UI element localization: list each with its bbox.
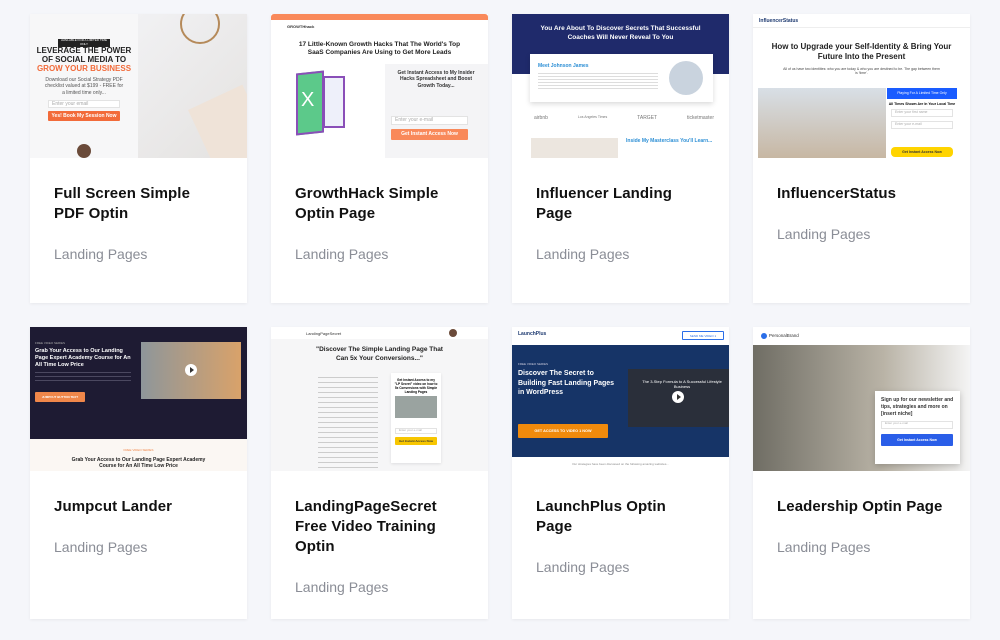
avatar bbox=[77, 144, 91, 158]
headline-part: LEVERAGE THE POWER OF SOCIAL MEDIA TO bbox=[36, 46, 132, 64]
card-title[interactable]: Full Screen Simple PDF Optin bbox=[54, 184, 223, 224]
template-card[interactable]: LandingPageSecret "Discover The Simple L… bbox=[271, 327, 488, 619]
card-title[interactable]: Influencer Landing Page bbox=[536, 184, 705, 224]
card-title[interactable]: Jumpcut Lander bbox=[54, 497, 223, 517]
avatar bbox=[449, 329, 457, 337]
brand-logo: ticketmaster bbox=[687, 115, 714, 121]
timezone-note: All Times Shown Are In Your Local Time bbox=[888, 102, 956, 106]
series-label: FREE VIDEO SERIES bbox=[123, 448, 154, 452]
card-category: Landing Pages bbox=[777, 539, 871, 555]
template-card[interactable]: LaunchPlus SEND ME VIDEO 1 FREE VIDEO SE… bbox=[512, 327, 729, 619]
card-title[interactable]: Leadership Optin Page bbox=[777, 497, 946, 517]
author-name: Meet Johnson James bbox=[538, 63, 589, 69]
template-thumbnail: GROWTHhack 17 Little-Known Growth Hacks … bbox=[271, 14, 488, 158]
video-title: The 3-Step Formula to A Successful Lifes… bbox=[642, 379, 722, 389]
logo: LandingPageSecret bbox=[306, 331, 342, 336]
nav-button: SEND ME VIDEO 1 bbox=[682, 331, 724, 340]
card-title[interactable]: LandingPageSecret Free Video Training Op… bbox=[295, 497, 464, 557]
card-category: Landing Pages bbox=[295, 246, 389, 262]
template-thumbnail: PersonalBrand Sign up for our newsletter… bbox=[753, 327, 970, 471]
logo: GROWTHhack bbox=[287, 24, 315, 29]
headline: You Are About To Discover Secrets That S… bbox=[540, 25, 701, 41]
template-thumbnail: AVAILABLE FOR A LIMITED TIME ONLY LEVERA… bbox=[30, 14, 247, 158]
banner: Playing For A Limited Time Only bbox=[887, 88, 957, 99]
series-label: FREE VIDEO SERIES bbox=[35, 341, 66, 345]
template-thumbnail: LandingPageSecret "Discover The Simple L… bbox=[271, 327, 488, 471]
card-category: Landing Pages bbox=[54, 246, 148, 262]
email-input: Enter your e-mail bbox=[881, 421, 953, 429]
cta-button: Get Instant Access Now bbox=[881, 434, 953, 446]
email-input: Enter your e-mail bbox=[391, 116, 468, 125]
card-title[interactable]: InfluencerStatus bbox=[777, 184, 946, 204]
template-thumbnail: You Are About To Discover Secrets That S… bbox=[512, 14, 729, 158]
cta-button: GET ACCESS TO VIDEO 1 NOW bbox=[518, 424, 608, 438]
email-input: Enter your email bbox=[48, 100, 120, 108]
headline: LEVERAGE THE POWER OF SOCIAL MEDIA TO GR… bbox=[36, 46, 132, 73]
card-category: Landing Pages bbox=[536, 559, 630, 575]
optin-headline: Get Instant Access to my "LP Secret" vid… bbox=[394, 378, 438, 394]
headline-accent: GROW YOUR BUSINESS bbox=[36, 64, 132, 73]
headline: Grab Your Access to Our Landing Page Exp… bbox=[35, 348, 131, 368]
play-icon bbox=[672, 391, 684, 403]
template-thumbnail: LaunchPlus SEND ME VIDEO 1 FREE VIDEO SE… bbox=[512, 327, 729, 471]
headline: Discover The Secret to Building Fast Lan… bbox=[518, 370, 615, 396]
template-card[interactable]: FREE VIDEO SERIES Grab Your Access to Ou… bbox=[30, 327, 247, 619]
hero-photo bbox=[758, 88, 886, 158]
cta-button: Get Instant Access Now bbox=[395, 437, 437, 445]
subheadline: Get Instant Access to My Insider Hacks S… bbox=[397, 70, 475, 89]
brand-logo: Los Angeles Times bbox=[577, 115, 608, 119]
author-photo bbox=[669, 61, 703, 95]
logo: LaunchPlus bbox=[518, 331, 547, 337]
description: Download our Social Strategy PDF checkli… bbox=[44, 77, 124, 96]
template-card[interactable]: AVAILABLE FOR A LIMITED TIME ONLY LEVERA… bbox=[30, 14, 247, 303]
card-title[interactable]: GrowthHack Simple Optin Page bbox=[295, 184, 464, 224]
cta-button: Get Instant Access Now bbox=[391, 129, 468, 140]
description: All of us have two identities: who you a… bbox=[783, 67, 940, 76]
template-thumbnail: InfluencerStatus How to Upgrade your Sel… bbox=[753, 14, 970, 158]
card-category: Landing Pages bbox=[777, 226, 871, 242]
card-category: Landing Pages bbox=[54, 539, 148, 555]
email-input: Enter your e-mail bbox=[891, 121, 953, 129]
headline: How to Upgrade your Self-Identity & Brin… bbox=[771, 42, 952, 61]
card-title[interactable]: LaunchPlus Optin Page bbox=[536, 497, 705, 537]
headline: Sign up for our newsletter and tips, str… bbox=[881, 397, 954, 417]
card-category: Landing Pages bbox=[536, 246, 630, 262]
cta-button: JUMPCUT BUTTON TEXT bbox=[35, 392, 85, 402]
template-card[interactable]: You Are About To Discover Secrets That S… bbox=[512, 14, 729, 303]
template-card[interactable]: InfluencerStatus How to Upgrade your Sel… bbox=[753, 14, 970, 303]
card-category: Landing Pages bbox=[295, 579, 389, 595]
name-input: Enter your first name bbox=[891, 109, 953, 117]
brand-logo: airbnb bbox=[534, 115, 548, 121]
template-card[interactable]: GROWTHhack 17 Little-Known Growth Hacks … bbox=[271, 14, 488, 303]
cta-button: Yes! Book My Session Now bbox=[48, 111, 120, 121]
email-input: Enter your e-mail bbox=[395, 428, 437, 434]
logo: InfluencerStatus bbox=[759, 18, 799, 24]
logo: PersonalBrand bbox=[769, 333, 799, 338]
cta-button: Get Instant Access Now bbox=[891, 147, 953, 157]
headline: Grab Your Access to Our Landing Page Exp… bbox=[71, 457, 206, 470]
footer-text: Our strategies have been discussed on th… bbox=[572, 462, 669, 466]
template-thumbnail: FREE VIDEO SERIES Grab Your Access to Ou… bbox=[30, 327, 247, 471]
video-thumbnail bbox=[395, 396, 437, 418]
subheadline: Inside My Masterclass You'll Learn... bbox=[626, 138, 713, 144]
brand-logo: TARGET bbox=[637, 115, 658, 121]
logo-icon bbox=[761, 333, 767, 339]
headline: "Discover The Simple Landing Page That C… bbox=[316, 346, 443, 362]
series-label: FREE VIDEO SERIES bbox=[518, 362, 549, 366]
headline: 17 Little-Known Growth Hacks That The Wo… bbox=[298, 41, 461, 56]
play-icon bbox=[185, 364, 197, 376]
template-card[interactable]: PersonalBrand Sign up for our newsletter… bbox=[753, 327, 970, 619]
